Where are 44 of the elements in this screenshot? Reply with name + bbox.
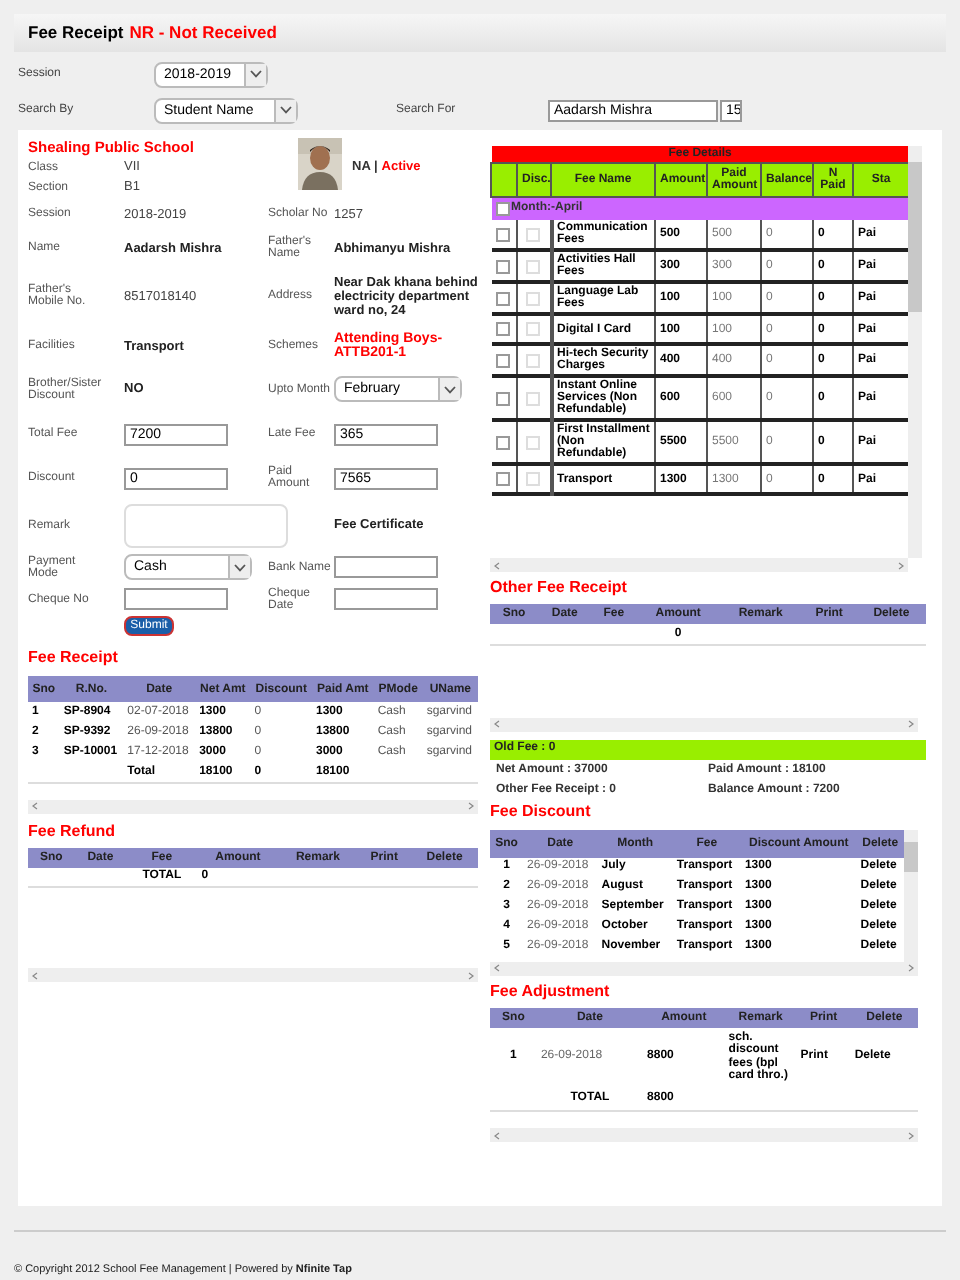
vertical-scrollbar[interactable] bbox=[904, 829, 918, 961]
page-title: Fee Receipt bbox=[28, 20, 124, 46]
chevron-right-icon[interactable] bbox=[908, 964, 914, 972]
chevron-down-icon bbox=[280, 106, 292, 114]
input-field[interactable] bbox=[334, 588, 438, 610]
chevron-down-icon bbox=[234, 563, 246, 571]
chevron-left-icon[interactable] bbox=[32, 971, 38, 979]
chevron-right-icon[interactable] bbox=[468, 802, 474, 810]
chevron-left-icon[interactable] bbox=[494, 561, 500, 569]
checkbox[interactable] bbox=[496, 227, 511, 241]
chevron-right-icon[interactable] bbox=[898, 561, 904, 569]
chevron-right-icon[interactable] bbox=[468, 971, 474, 979]
horizontal-scrollbar[interactable] bbox=[28, 799, 478, 813]
checkbox[interactable] bbox=[496, 259, 511, 273]
section-heading: Fee Refund bbox=[28, 821, 118, 841]
section-heading: Fee Receipt bbox=[28, 648, 120, 668]
chevron-left-icon[interactable] bbox=[494, 964, 500, 972]
input-field[interactable] bbox=[334, 556, 438, 578]
horizontal-scrollbar[interactable] bbox=[28, 968, 478, 982]
checkbox[interactable] bbox=[496, 435, 511, 449]
chevron-left-icon[interactable] bbox=[494, 720, 500, 728]
horizontal-scrollbar[interactable] bbox=[490, 558, 908, 572]
checkbox[interactable] bbox=[496, 322, 511, 336]
chevron-left-icon[interactable] bbox=[32, 802, 38, 810]
section-heading: Fee Discount bbox=[490, 801, 593, 821]
vertical-scrollbar[interactable] bbox=[908, 146, 922, 558]
chevron-right-icon[interactable] bbox=[908, 1131, 914, 1139]
horizontal-scrollbar[interactable] bbox=[490, 961, 918, 975]
checkbox[interactable] bbox=[496, 472, 511, 486]
chevron-right-icon[interactable] bbox=[908, 720, 914, 728]
checkbox[interactable] bbox=[496, 291, 511, 305]
header-cell bbox=[491, 162, 517, 196]
checkbox[interactable] bbox=[495, 201, 509, 216]
chevron-down-icon bbox=[250, 70, 262, 78]
input-field[interactable] bbox=[124, 588, 228, 610]
checkbox[interactable] bbox=[496, 391, 511, 405]
receipt-status: NR - Not Received bbox=[129, 20, 277, 46]
horizontal-scrollbar[interactable] bbox=[490, 717, 918, 731]
section-heading: Other Fee Receipt bbox=[490, 578, 629, 598]
chevron-left-icon[interactable] bbox=[494, 1131, 500, 1139]
chevron-down-icon bbox=[444, 385, 456, 393]
checkbox[interactable] bbox=[496, 353, 511, 367]
horizontal-scrollbar[interactable] bbox=[490, 1128, 918, 1142]
section-heading: Fee Adjustment bbox=[490, 981, 612, 1001]
